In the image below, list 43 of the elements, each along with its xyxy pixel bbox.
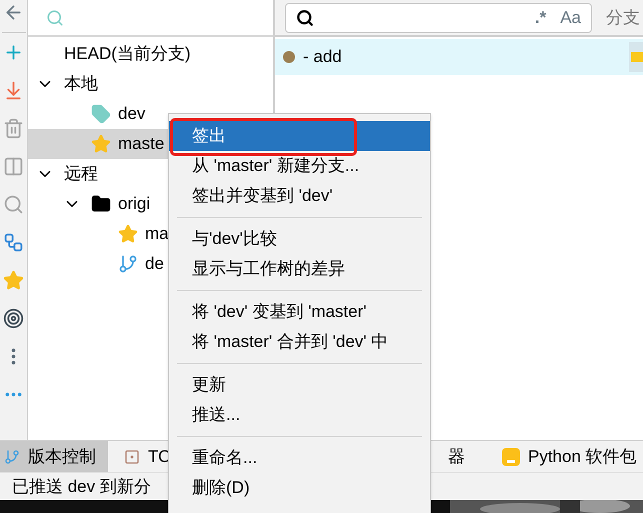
tree-item[interactable]: 本地: [28, 69, 273, 99]
menu-item[interactable]: 推送...: [169, 400, 430, 430]
folder-icon: [91, 194, 111, 214]
tree-label: HEAD(当前分支): [64, 43, 191, 66]
menu-item[interactable]: 更新: [169, 370, 430, 400]
menu-item[interactable]: 显示与工作树的差异: [169, 254, 430, 284]
menu-item[interactable]: 删除(D): [169, 473, 430, 503]
star-icon: [118, 224, 138, 244]
columns-icon[interactable]: [3, 156, 24, 177]
tree-label: origi: [118, 193, 150, 216]
tree-item[interactable]: HEAD(当前分支): [28, 39, 273, 69]
search-icon: [46, 8, 64, 26]
graph-icon[interactable]: [3, 232, 24, 253]
commit-message: - add: [303, 46, 343, 68]
star-icon[interactable]: [3, 270, 24, 291]
menu-item[interactable]: 与'dev'比较: [169, 224, 430, 254]
search-icon[interactable]: [3, 194, 24, 215]
branch-icon: [4, 448, 20, 464]
commit-row[interactable]: - add: [275, 39, 643, 75]
tree-label: ma: [145, 223, 169, 246]
menu-item[interactable]: 将 'dev' 变基到 'master': [169, 297, 430, 327]
star-icon: [91, 134, 111, 154]
menu-item[interactable]: 重命名...: [169, 443, 430, 473]
tree-label: 远程: [64, 163, 98, 186]
tree-label: 本地: [64, 73, 98, 96]
list-icon: [124, 448, 140, 464]
tree-label: dev: [118, 103, 146, 126]
regex-toggle[interactable]: .*: [534, 4, 546, 30]
menu-item[interactable]: 签出并变基到 'dev': [169, 181, 430, 211]
tool-tab[interactable]: 版本控制: [0, 441, 108, 472]
case-toggle[interactable]: Aa: [560, 4, 581, 30]
trash-icon[interactable]: [3, 118, 24, 139]
target-icon[interactable]: [3, 308, 24, 329]
branch-filter[interactable]: 分支: [606, 4, 640, 30]
package-icon: [502, 448, 520, 466]
search-icon: [296, 8, 314, 26]
tool-tab[interactable]: Python 软件包: [498, 441, 641, 472]
search-field[interactable]: .* Aa: [285, 2, 592, 32]
branch-icon: [118, 254, 138, 274]
tool-tab[interactable]: 器: [444, 441, 490, 472]
tree-label: maste: [118, 133, 164, 156]
tree-label: de: [145, 253, 164, 276]
menu-item[interactable]: 将 'master' 合并到 'dev' 中: [169, 327, 430, 357]
